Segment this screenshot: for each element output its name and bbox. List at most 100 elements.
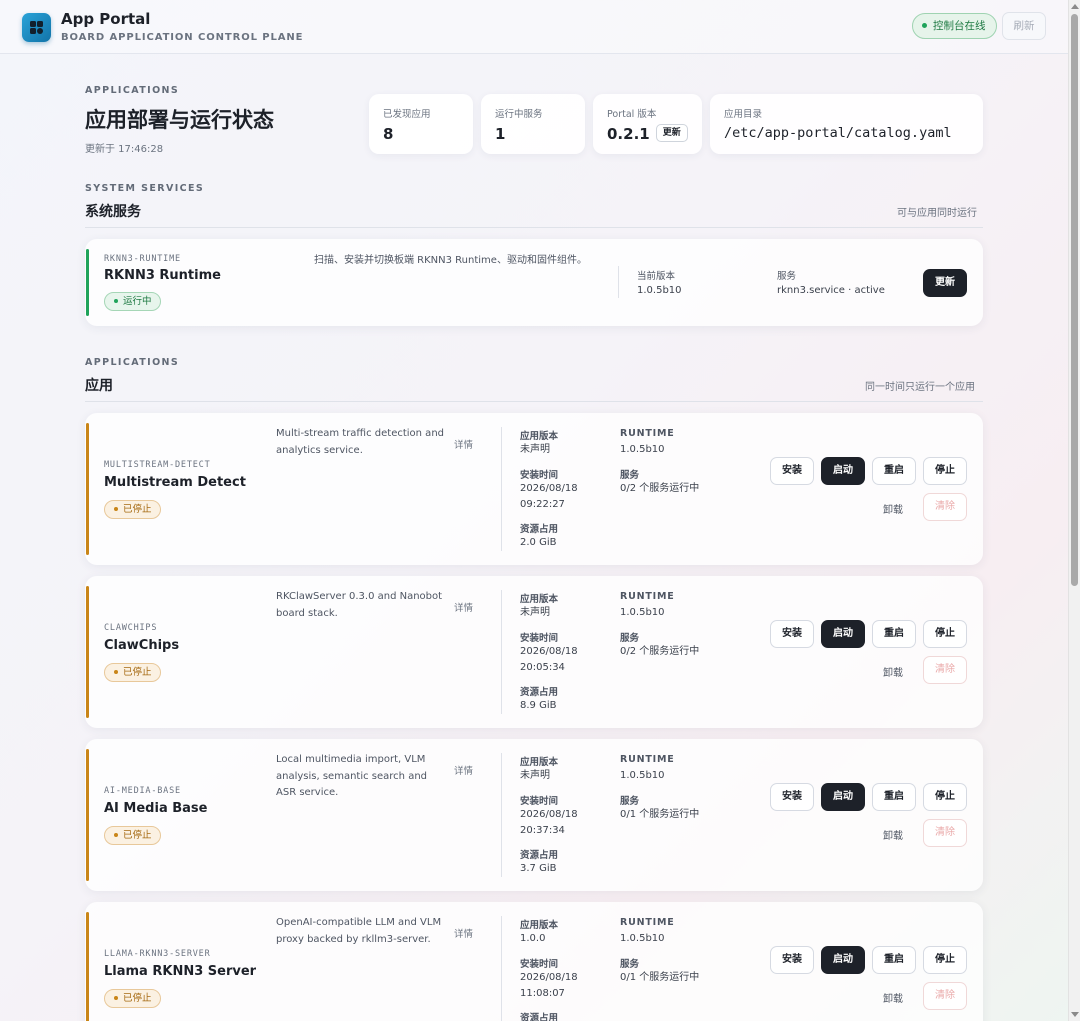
stop-button[interactable]: 停止 [923, 457, 967, 485]
app-version-value: 1.0.0 [520, 933, 546, 944]
install-date-value: 2026/08/18 [520, 483, 578, 494]
app-version-value: 未声明 [520, 444, 550, 455]
stop-button[interactable]: 停止 [923, 783, 967, 811]
scroll-up-arrow-icon[interactable] [1071, 4, 1079, 9]
card-accent-bar [86, 586, 89, 718]
status-dot-icon [922, 22, 927, 28]
app-name: Multistream Detect [104, 475, 246, 490]
detail-link[interactable]: 详情 [454, 763, 473, 777]
divider [501, 427, 502, 551]
scrollbar-thumb[interactable] [1071, 14, 1078, 586]
uninstall-button[interactable]: 卸载 [883, 501, 903, 516]
stat-running-services: 运行中服务 1 [481, 94, 585, 154]
restart-button[interactable]: 重启 [872, 783, 916, 811]
install-button[interactable]: 安装 [770, 783, 814, 811]
resource-value: 2.0 GiB [520, 537, 557, 548]
stat-label: Portal 版本 [607, 109, 657, 120]
divider [85, 401, 983, 402]
status-dot-icon [114, 995, 118, 1000]
app-version-value: 未声明 [520, 770, 550, 781]
status-badge: 运行中 [104, 292, 161, 311]
system-section-title: 系统服务 [85, 204, 141, 220]
portal-version-value: 0.2.1 [607, 125, 650, 143]
start-button[interactable]: 启动 [821, 457, 865, 485]
service-value: 0/1 个服务运行中 [620, 809, 700, 820]
runtime-label: RUNTIME [620, 917, 675, 928]
scroll-down-arrow-icon[interactable] [1071, 1012, 1079, 1017]
purge-button[interactable]: 清除 [923, 819, 967, 847]
page-scrollbar[interactable] [1068, 0, 1080, 1021]
stop-button[interactable]: 停止 [923, 620, 967, 648]
install-time-value: 09:22:27 [520, 499, 565, 510]
service-label: 服务 [620, 959, 640, 970]
app-subtitle: BOARD APPLICATION CONTROL PLANE [61, 32, 304, 43]
app-version-label: 应用版本 [520, 757, 559, 768]
header-eyebrow: APPLICATIONS [85, 85, 180, 96]
resource-label: 资源占用 [520, 850, 559, 861]
app-card: CLAWCHIPS ClawChips 已停止 RKClawServer 0.3… [85, 576, 983, 728]
purge-button[interactable]: 清除 [923, 656, 967, 684]
version-value: 1.0.5b10 [637, 285, 682, 296]
uninstall-button[interactable]: 卸载 [883, 990, 903, 1005]
app-description: OpenAI-compatible LLM and VLM proxy back… [276, 917, 442, 945]
purge-button[interactable]: 清除 [923, 982, 967, 1010]
divider [618, 266, 619, 298]
start-button[interactable]: 启动 [821, 946, 865, 974]
detail-link[interactable]: 详情 [454, 600, 473, 614]
start-button[interactable]: 启动 [821, 620, 865, 648]
runtime-value: 1.0.5b10 [620, 444, 665, 455]
runtime-value: 1.0.5b10 [620, 607, 665, 618]
apps-eyebrow: APPLICATIONS [85, 357, 180, 368]
page-title: 应用部署与运行状态 [85, 108, 274, 132]
service-label: 服务 [620, 470, 640, 481]
runtime-label: RUNTIME [620, 428, 675, 439]
stat-value: 8 [383, 125, 394, 143]
runtime-update-button[interactable]: 更新 [923, 269, 967, 297]
resource-label: 资源占用 [520, 524, 559, 535]
detail-link[interactable]: 详情 [454, 926, 473, 940]
updated-timestamp: 更新于 17:46:28 [85, 144, 164, 155]
service-label: 服务 [620, 633, 640, 644]
app-card: AI-MEDIA-BASE AI Media Base 已停止 Local mu… [85, 739, 983, 891]
install-button[interactable]: 安装 [770, 946, 814, 974]
stat-value: 1 [495, 125, 506, 143]
restart-button[interactable]: 重启 [872, 620, 916, 648]
app-card: LLAMA-RKNN3-SERVER Llama RKNN3 Server 已停… [85, 902, 983, 1021]
install-date-value: 2026/08/18 [520, 809, 578, 820]
stat-label: 应用目录 [724, 109, 763, 120]
app-slug: LLAMA-RKNN3-SERVER [104, 949, 211, 959]
divider [501, 753, 502, 877]
install-button[interactable]: 安装 [770, 620, 814, 648]
app-description: Local multimedia import, VLM analysis, s… [276, 754, 428, 798]
app-title: App Portal [61, 10, 151, 28]
purge-button[interactable]: 清除 [923, 493, 967, 521]
restart-button[interactable]: 重启 [872, 946, 916, 974]
status-dot-icon [114, 298, 118, 303]
restart-button[interactable]: 重启 [872, 457, 916, 485]
card-accent-bar [86, 423, 89, 555]
uninstall-button[interactable]: 卸载 [883, 827, 903, 842]
portal-update-button[interactable]: 更新 [655, 123, 688, 142]
top-bar: App Portal BOARD APPLICATION CONTROL PLA… [0, 0, 1068, 54]
system-eyebrow: SYSTEM SERVICES [85, 183, 205, 194]
refresh-button[interactable]: 刷新 [1002, 12, 1046, 40]
app-name: ClawChips [104, 638, 180, 653]
resource-label: 资源占用 [520, 1013, 559, 1021]
stop-button[interactable]: 停止 [923, 946, 967, 974]
uninstall-button[interactable]: 卸载 [883, 664, 903, 679]
start-button[interactable]: 启动 [821, 783, 865, 811]
divider [85, 227, 983, 228]
install-time-value: 20:05:34 [520, 662, 565, 673]
install-time-label: 安装时间 [520, 470, 559, 481]
install-time-value: 20:37:34 [520, 825, 565, 836]
status-badge: 已停止 [104, 826, 161, 845]
system-service-card: RKNN3-RUNTIME RKNN3 Runtime 运行中 扫描、安装并切换… [85, 239, 983, 326]
app-version-label: 应用版本 [520, 920, 559, 931]
install-button[interactable]: 安装 [770, 457, 814, 485]
app-name: AI Media Base [104, 801, 208, 816]
apps-section-note: 同一时间只运行一个应用 [865, 382, 975, 393]
resource-value: 3.7 GiB [520, 863, 557, 874]
app-version-label: 应用版本 [520, 594, 559, 605]
status-dot-icon [114, 506, 118, 511]
detail-link[interactable]: 详情 [454, 437, 473, 451]
